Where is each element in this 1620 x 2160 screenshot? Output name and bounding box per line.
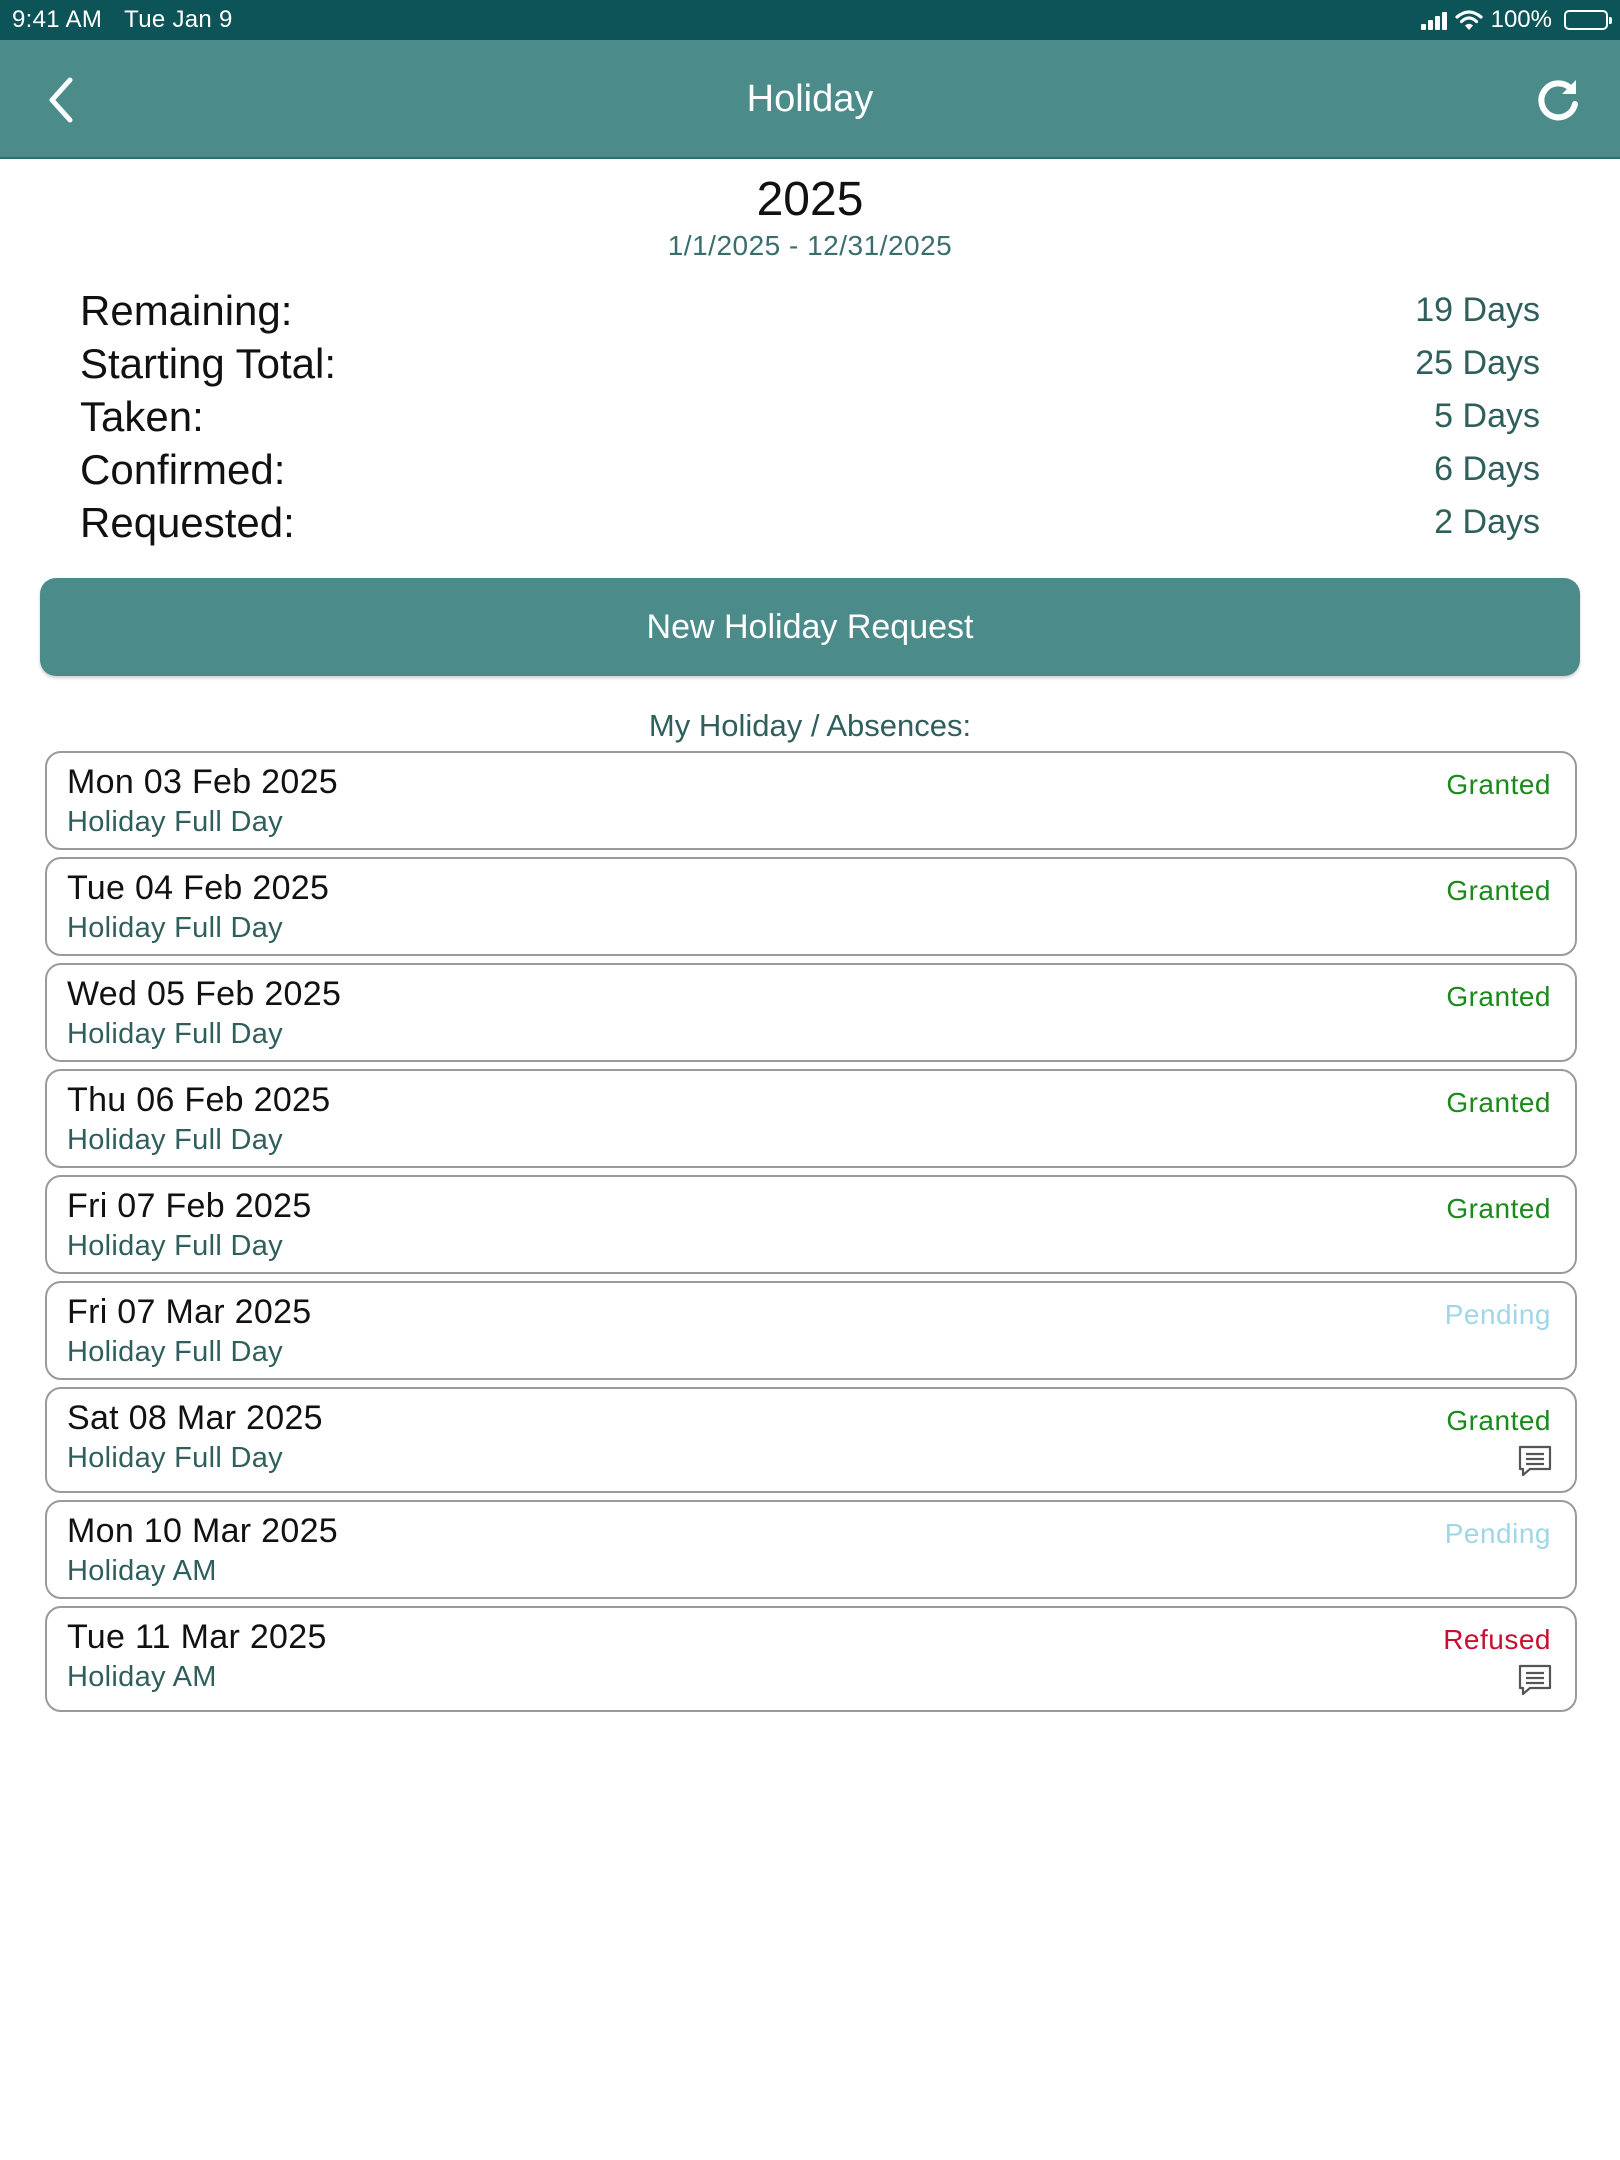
signal-icon	[1420, 10, 1447, 30]
entry-type: Holiday AM	[67, 1661, 217, 1693]
refresh-icon	[1538, 80, 1578, 121]
summary-label: Confirmed:	[80, 445, 286, 493]
status-bar: 9:41 AM Tue Jan 9 100%	[0, 0, 1620, 40]
entry-date: Mon 03 Feb 2025	[67, 763, 339, 801]
entry-status-badge: Granted	[1446, 875, 1551, 906]
summary-remaining: Remaining: 19 Days	[80, 284, 1540, 337]
status-left: 9:41 AM Tue Jan 9	[12, 6, 233, 34]
holiday-entry[interactable]: Wed 05 Feb 2025 Holiday Full Day Granted	[45, 963, 1577, 1062]
entry-status-badge: Granted	[1446, 1405, 1551, 1436]
entry-status-badge: Refused	[1443, 1624, 1551, 1655]
comment-icon[interactable]	[1517, 1663, 1553, 1697]
entry-date: Tue 04 Feb 2025	[67, 869, 330, 907]
holiday-entry[interactable]: Thu 06 Feb 2025 Holiday Full Day Granted	[45, 1069, 1577, 1168]
comment-icon[interactable]	[1517, 1444, 1553, 1478]
summary-label: Starting Total:	[80, 339, 337, 387]
summary-value: 19 Days	[1415, 291, 1540, 329]
entry-type: Holiday Full Day	[67, 1336, 283, 1368]
summary-value: 2 Days	[1434, 503, 1540, 541]
refresh-button[interactable]	[1532, 74, 1584, 126]
entry-status-badge: Granted	[1446, 1193, 1551, 1224]
entry-type: Holiday Full Day	[67, 912, 283, 944]
entry-status-badge: Pending	[1444, 1299, 1551, 1330]
entry-status-badge: Granted	[1446, 1087, 1551, 1118]
battery-icon	[1564, 10, 1612, 30]
summary-value: 6 Days	[1434, 450, 1540, 488]
new-holiday-request-button[interactable]: New Holiday Request	[40, 578, 1580, 676]
status-date: Tue Jan 9	[124, 6, 233, 33]
entry-date: Fri 07 Feb 2025	[67, 1187, 312, 1225]
entry-date: Sat 08 Mar 2025	[67, 1399, 323, 1437]
entry-type: Holiday Full Day	[67, 1124, 283, 1156]
section-heading: My Holiday / Absences:	[648, 708, 972, 743]
page-title: Holiday	[746, 78, 874, 120]
wifi-icon	[1455, 10, 1483, 30]
summary-label: Requested:	[80, 498, 295, 546]
summary-value: 5 Days	[1434, 397, 1540, 435]
holiday-entry[interactable]: Mon 10 Mar 2025 Holiday AM Pending	[45, 1500, 1577, 1599]
summary-starting-total: Starting Total: 25 Days	[80, 337, 1540, 390]
entry-type: Holiday Full Day	[67, 806, 283, 838]
holiday-summary: Remaining: 19 Days Starting Total: 25 Da…	[80, 284, 1540, 549]
year-title: 2025	[756, 173, 864, 226]
entry-status-badge: Pending	[1444, 1518, 1551, 1549]
status-right: 100%	[1420, 6, 1612, 34]
date-range: 1/1/2025 - 12/31/2025	[667, 230, 953, 261]
entry-date: Mon 10 Mar 2025	[67, 1512, 338, 1550]
nav-bar: Holiday	[0, 40, 1620, 159]
summary-taken: Taken: 5 Days	[80, 390, 1540, 443]
status-time: 9:41 AM	[12, 6, 103, 33]
entry-status-badge: Granted	[1446, 769, 1551, 800]
entry-date: Fri 07 Mar 2025	[67, 1293, 312, 1331]
entry-type: Holiday Full Day	[67, 1442, 283, 1474]
holiday-entry[interactable]: Fri 07 Feb 2025 Holiday Full Day Granted	[45, 1175, 1577, 1274]
entry-type: Holiday AM	[67, 1555, 217, 1587]
entry-date: Tue 11 Mar 2025	[67, 1618, 327, 1656]
holiday-entry[interactable]: Sat 08 Mar 2025 Holiday Full Day Granted	[45, 1387, 1577, 1493]
entry-status-badge: Granted	[1446, 981, 1551, 1012]
summary-value: 25 Days	[1415, 344, 1540, 382]
entry-type: Holiday Full Day	[67, 1230, 283, 1262]
summary-label: Taken:	[80, 392, 204, 440]
battery-percentage: 100%	[1490, 6, 1552, 33]
holiday-entry-list: Mon 03 Feb 2025 Holiday Full Day Granted Tu…	[45, 751, 1577, 1719]
holiday-entry[interactable]: Tue 04 Feb 2025 Holiday Full Day Granted	[45, 857, 1577, 956]
entry-type: Holiday Full Day	[67, 1018, 283, 1050]
entry-date: Thu 06 Feb 2025	[67, 1081, 331, 1119]
summary-requested: Requested: 2 Days	[80, 496, 1540, 549]
holiday-entry[interactable]: Mon 03 Feb 2025 Holiday Full Day Granted	[45, 751, 1577, 850]
summary-confirmed: Confirmed: 6 Days	[80, 443, 1540, 496]
holiday-entry[interactable]: Fri 07 Mar 2025 Holiday Full Day Pending	[45, 1281, 1577, 1380]
summary-label: Remaining:	[80, 286, 293, 334]
holiday-entry[interactable]: Tue 11 Mar 2025 Holiday AM Refused	[45, 1606, 1577, 1712]
entry-date: Wed 05 Feb 2025	[67, 975, 342, 1013]
